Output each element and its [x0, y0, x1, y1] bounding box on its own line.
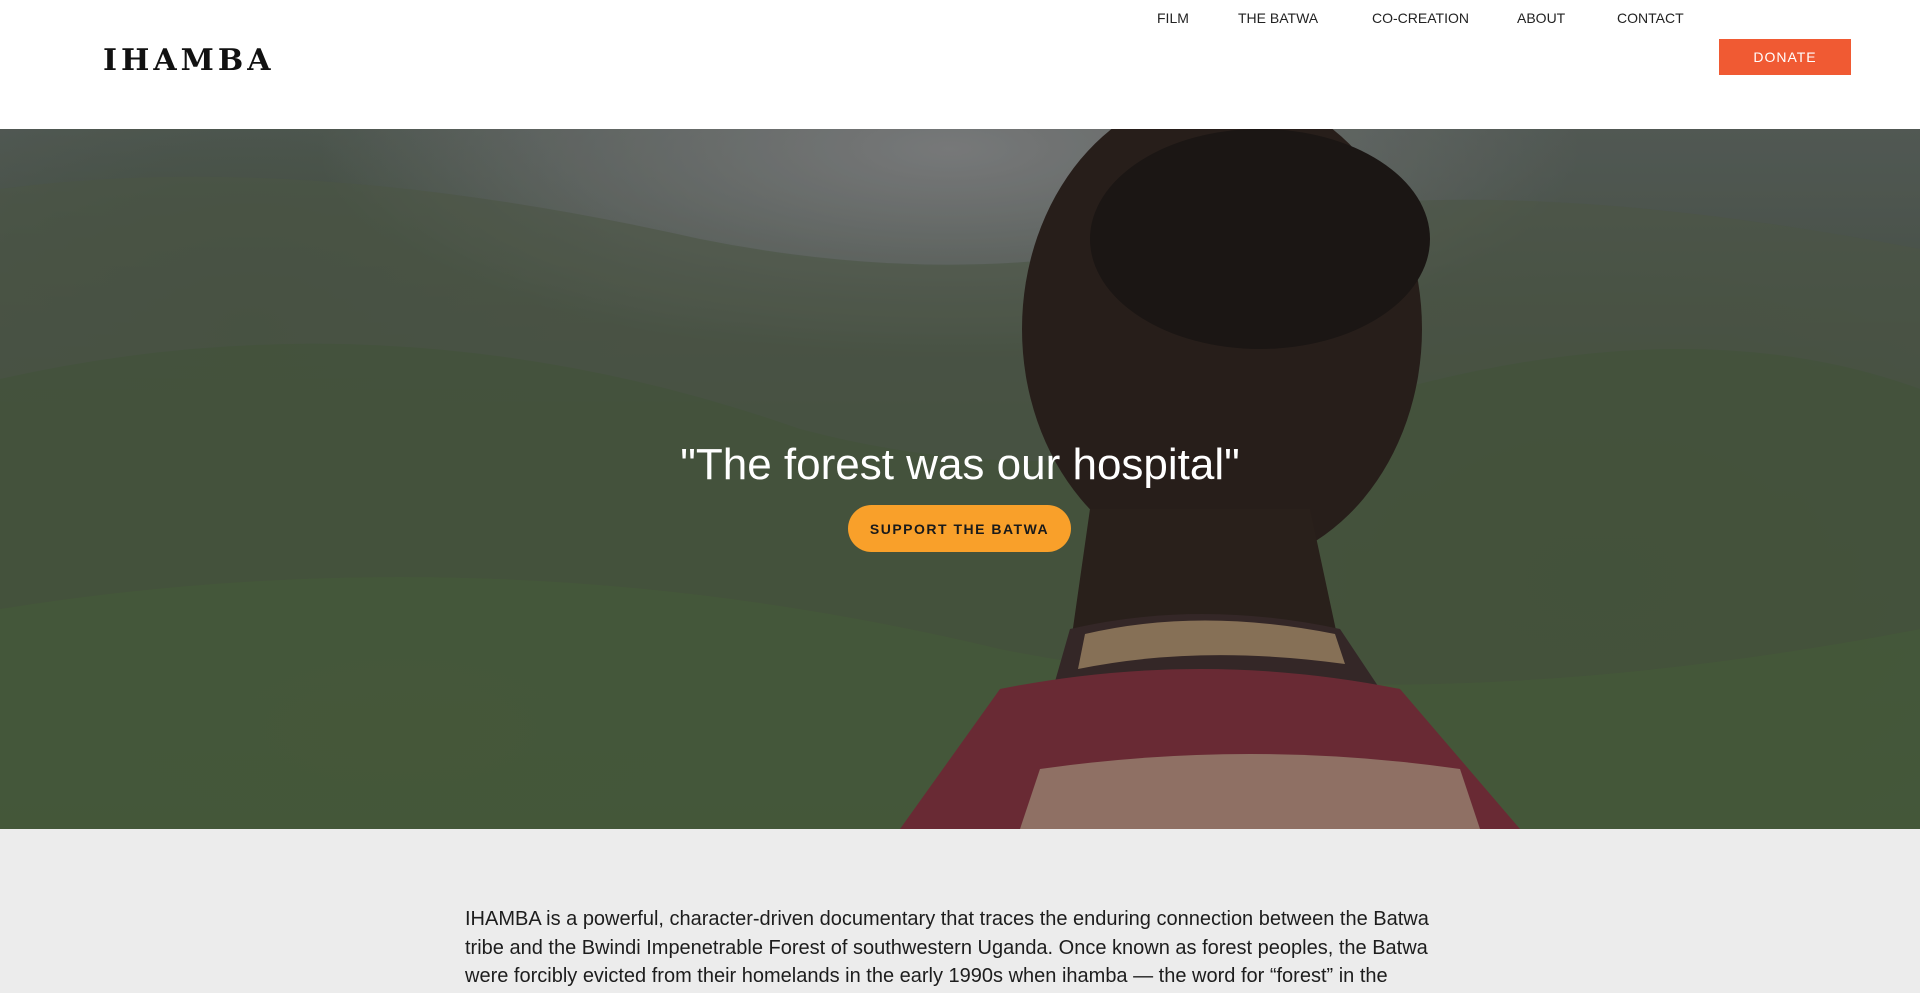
donate-button[interactable]: DONATE	[1719, 39, 1851, 75]
nav-the-batwa[interactable]: THE BATWA	[1238, 10, 1318, 26]
intro-section: IHAMBA is a powerful, character-driven d…	[0, 829, 1920, 993]
support-the-batwa-button[interactable]: SUPPORT THE BATWA	[848, 505, 1071, 552]
site-logo[interactable]: IHAMBA	[103, 43, 275, 78]
hero-banner: "The forest was our hospital" SUPPORT TH…	[0, 129, 1920, 829]
nav-film[interactable]: FILM	[1157, 10, 1189, 26]
nav-contact[interactable]: CONTACT	[1617, 10, 1684, 26]
nav-co-creation[interactable]: CO-CREATION	[1372, 10, 1469, 26]
nav-about[interactable]: ABOUT	[1517, 10, 1565, 26]
hero-quote: "The forest was our hospital"	[680, 440, 1240, 489]
site-header: IHAMBA FILM THE BATWA CO-CREATION ABOUT …	[0, 0, 1920, 129]
intro-paragraph: IHAMBA is a powerful, character-driven d…	[465, 908, 1429, 987]
